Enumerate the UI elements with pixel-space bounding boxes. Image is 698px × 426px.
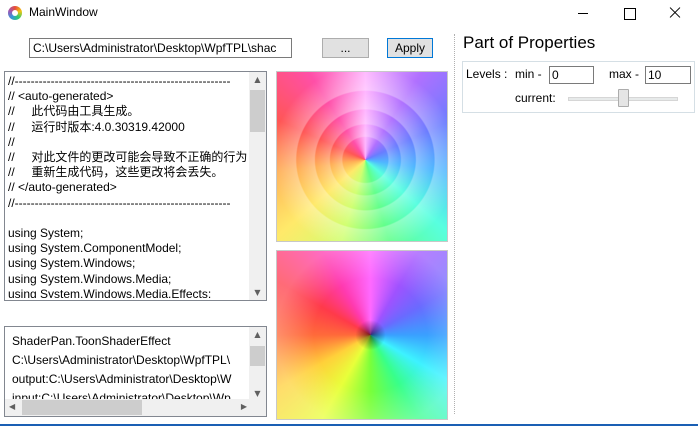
window-title: MainWindow xyxy=(29,5,98,19)
scroll-down-icon[interactable]: ▼ xyxy=(253,389,262,398)
shader-output-image xyxy=(276,71,448,242)
current-label: current: xyxy=(515,91,556,105)
log-scroll-thumb[interactable] xyxy=(250,346,265,366)
maximize-button[interactable] xyxy=(606,0,652,26)
browse-button[interactable]: ... xyxy=(322,38,369,58)
scroll-corner xyxy=(249,399,266,416)
scroll-up-icon[interactable]: ▲ xyxy=(253,75,262,84)
minimize-button[interactable] xyxy=(560,0,606,26)
current-slider-thumb[interactable] xyxy=(618,89,629,107)
log-hscroll-thumb[interactable] xyxy=(22,400,142,415)
shader-path-input[interactable]: C:\Users\Administrator\Desktop\WpfTPL\sh… xyxy=(29,38,292,58)
code-text[interactable]: //--------------------------------------… xyxy=(8,74,248,298)
title-bar: MainWindow xyxy=(0,0,698,26)
panel-divider[interactable] xyxy=(454,34,455,414)
log-text[interactable]: ShaderPan.ToonShaderEffect C:\Users\Admi… xyxy=(12,332,252,400)
scroll-up-icon[interactable]: ▲ xyxy=(253,330,262,339)
app-icon xyxy=(8,6,22,20)
code-vertical-scrollbar[interactable]: ▲ ▼ xyxy=(249,72,266,300)
log-horizontal-scrollbar[interactable]: ◀ ▶ xyxy=(5,399,251,416)
min-label: min - xyxy=(515,67,542,81)
close-button[interactable] xyxy=(652,0,698,26)
shader-input-image xyxy=(276,250,448,420)
max-input[interactable]: 10 xyxy=(645,66,691,84)
scroll-right-icon[interactable]: ▶ xyxy=(241,402,247,411)
apply-button[interactable]: Apply xyxy=(387,38,433,58)
scroll-down-icon[interactable]: ▼ xyxy=(253,288,262,297)
code-scroll-thumb[interactable] xyxy=(250,90,265,132)
properties-title: Part of Properties xyxy=(463,33,596,52)
code-editor[interactable]: //--------------------------------------… xyxy=(4,71,267,301)
min-input[interactable]: 0 xyxy=(549,66,594,84)
log-vertical-scrollbar[interactable]: ▲ ▼ xyxy=(249,327,266,401)
log-output[interactable]: ShaderPan.ToonShaderEffect C:\Users\Admi… xyxy=(4,326,267,417)
scroll-left-icon[interactable]: ◀ xyxy=(9,402,15,411)
levels-label: Levels : xyxy=(466,67,508,81)
max-label: max - xyxy=(609,67,639,81)
